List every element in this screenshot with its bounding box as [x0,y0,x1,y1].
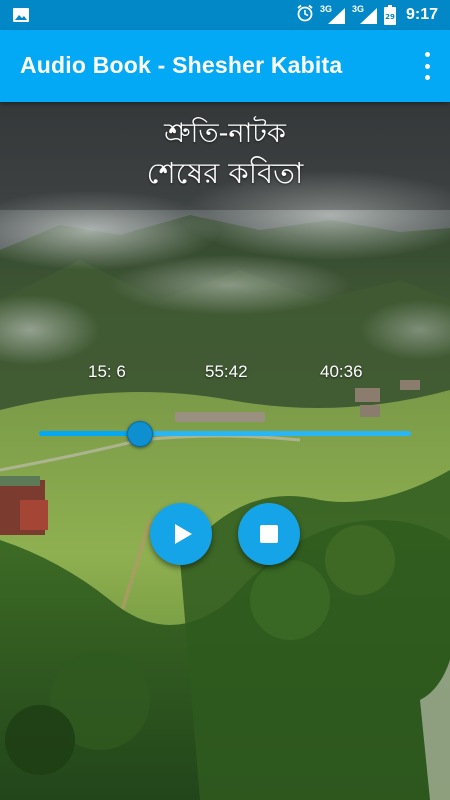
status-bar: 3G 3G 29 9:17 [0,0,450,30]
network-type-label: 3G [319,4,332,14]
stop-button[interactable] [238,503,300,565]
alarm-icon [296,4,314,27]
stop-icon [260,525,278,543]
battery-level: 29 [385,13,395,21]
app-title: Audio Book - Shesher Kabita [20,52,343,78]
overflow-menu-icon[interactable] [418,52,436,80]
seek-bar[interactable] [39,421,411,447]
current-time: 15: 6 [88,362,126,381]
network-type-label: 3G [351,4,364,14]
image-icon [12,7,30,23]
signal-icon: 3G [351,4,378,25]
play-button[interactable] [150,503,212,565]
clock: 9:17 [405,6,438,23]
remaining-time: 40:36 [320,362,363,381]
seek-progress [39,431,140,436]
battery-icon: 29 [383,5,396,25]
seek-thumb[interactable] [127,421,154,447]
signal-icon: 3G [319,4,346,25]
app-bar: Audio Book - Shesher Kabita [0,30,450,102]
book-title-heading: শেষের কবিতা [146,156,304,190]
total-time: 55:42 [205,362,248,381]
play-icon [174,524,192,544]
